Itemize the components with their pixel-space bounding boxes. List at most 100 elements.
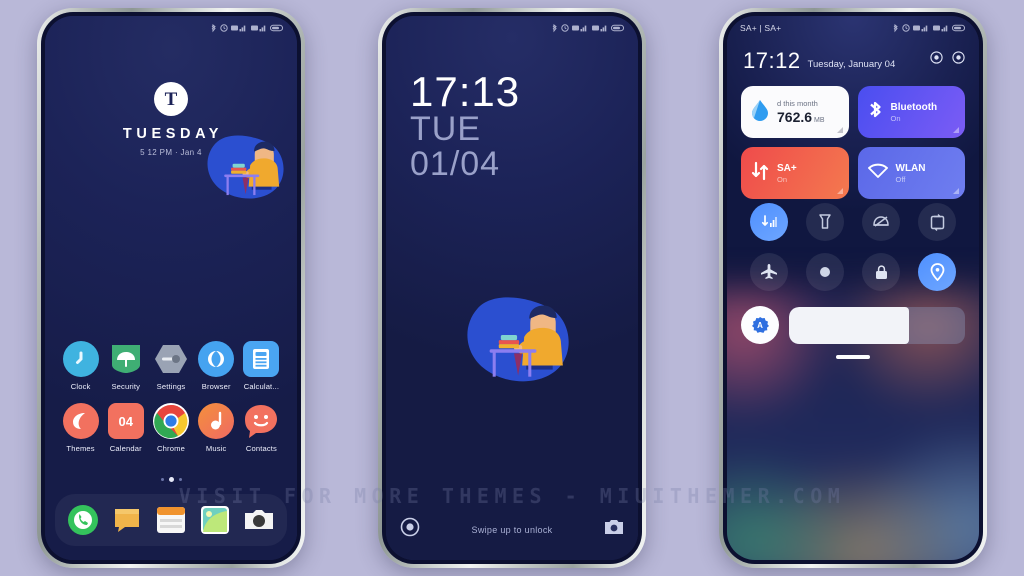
bluetooth-tile[interactable]: Bluetooth On bbox=[857, 86, 965, 138]
signal-two-icon bbox=[591, 24, 608, 32]
music-note-icon bbox=[198, 403, 235, 439]
do-not-disturb-toggle[interactable] bbox=[862, 203, 900, 241]
control-center-header: 17:12 Tuesday, January 04 bbox=[743, 50, 965, 72]
data-drop-icon bbox=[751, 99, 769, 126]
bluetooth-icon bbox=[868, 99, 883, 126]
phone-device-home: T TUESDAY 5 12 PM · Jan 4 Clock Security… bbox=[37, 8, 305, 568]
app-label: Browser bbox=[201, 382, 231, 391]
phone-app[interactable] bbox=[66, 503, 100, 537]
signal-one-icon bbox=[913, 24, 929, 32]
messages-app[interactable] bbox=[110, 503, 144, 537]
gallery-app[interactable] bbox=[198, 503, 232, 537]
quick-tiles: d this month 762.6 MB Bluetooth On SA+ O… bbox=[741, 86, 965, 199]
settings-slider-icon bbox=[153, 341, 189, 377]
app-grid: Clock Security Settings Browser Calculat… bbox=[58, 341, 284, 453]
shade-drag-handle[interactable] bbox=[836, 355, 870, 359]
tile-resize-corner bbox=[953, 127, 959, 133]
lock-time: 17:13 bbox=[410, 68, 521, 115]
tile-status: On bbox=[777, 174, 788, 184]
home-screen[interactable]: T TUESDAY 5 12 PM · Jan 4 Clock Security… bbox=[45, 16, 297, 560]
app-label: Music bbox=[205, 444, 227, 453]
app-label: Security bbox=[111, 382, 141, 391]
settings-circle-icon[interactable] bbox=[930, 51, 943, 69]
page-dot-active bbox=[168, 477, 174, 482]
app-security[interactable]: Security bbox=[103, 341, 148, 391]
tile-status: On bbox=[890, 113, 901, 123]
wlan-text: WLAN Off bbox=[896, 163, 926, 184]
screenshot-toggle[interactable] bbox=[806, 253, 844, 291]
phone-bezel: 17:13 TUE 01/04 Swipe up to unlock bbox=[382, 12, 642, 564]
calendar-day-number: 04 bbox=[118, 413, 134, 429]
lock-weekday: TUE bbox=[410, 110, 481, 149]
wlan-tile[interactable]: WLAN Off bbox=[857, 147, 965, 199]
status-bar bbox=[45, 16, 297, 40]
carrier-label: SA+ | SA+ bbox=[740, 23, 782, 33]
auto-rotate-toggle[interactable] bbox=[918, 203, 956, 241]
mobile-data-toggle[interactable] bbox=[750, 203, 788, 241]
lock-screen[interactable]: 17:13 TUE 01/04 Swipe up to unlock bbox=[386, 16, 638, 560]
notes-app[interactable] bbox=[154, 503, 188, 537]
camera-icon[interactable] bbox=[604, 518, 624, 541]
chrome-icon bbox=[152, 403, 189, 439]
app-contacts[interactable]: Contacts bbox=[239, 403, 284, 453]
clock-icon bbox=[62, 341, 99, 377]
app-music[interactable]: Music bbox=[194, 403, 239, 453]
signal-one-icon bbox=[572, 24, 588, 32]
app-chrome[interactable]: Chrome bbox=[148, 403, 193, 453]
lock-toggle[interactable] bbox=[862, 253, 900, 291]
app-browser[interactable]: Browser bbox=[194, 341, 239, 391]
status-bar: SA+ | SA+ bbox=[727, 16, 979, 40]
app-label: Chrome bbox=[157, 444, 185, 453]
tile-title: WLAN bbox=[895, 162, 926, 174]
calculator-icon bbox=[243, 341, 280, 377]
widget-logo-letter: T bbox=[164, 88, 178, 110]
tile-title: SA+ bbox=[777, 162, 797, 174]
shield-umbrella-icon bbox=[108, 341, 144, 377]
status-bar bbox=[386, 16, 638, 40]
app-themes[interactable]: Themes bbox=[58, 403, 103, 453]
desk-illustration bbox=[467, 297, 569, 382]
tile-resize-corner bbox=[836, 127, 843, 133]
brightness-slider[interactable] bbox=[789, 306, 965, 344]
lock-date: 01/04 bbox=[410, 144, 501, 183]
app-label: Settings bbox=[156, 382, 186, 391]
phone-bezel: SA+ | SA+ 17:12 Tuesday, January 04 d th… bbox=[723, 12, 983, 564]
alarm-icon bbox=[219, 24, 228, 32]
mobile-network-tile[interactable]: SA+ On bbox=[741, 147, 849, 199]
data-usage-unit: MB bbox=[814, 117, 825, 124]
phone-device-lock: 17:13 TUE 01/04 Swipe up to unlock bbox=[378, 8, 646, 568]
app-clock[interactable]: Clock bbox=[58, 341, 103, 391]
flashlight-toggle[interactable] bbox=[806, 203, 844, 241]
header-time: 17:12 bbox=[743, 48, 801, 73]
tile-resize-corner bbox=[953, 188, 959, 194]
battery-icon bbox=[952, 24, 966, 32]
camera-app[interactable] bbox=[242, 503, 276, 537]
airplane-mode-toggle[interactable] bbox=[750, 253, 788, 291]
page-indicator[interactable] bbox=[45, 477, 297, 482]
app-label: Calendar bbox=[109, 444, 142, 453]
auto-brightness-button[interactable]: A bbox=[741, 306, 779, 344]
app-label: Clock bbox=[70, 382, 91, 391]
lock-bottom-bar: Swipe up to unlock bbox=[400, 517, 624, 542]
app-calculator[interactable]: Calculat... bbox=[239, 341, 284, 391]
tile-status: Off bbox=[895, 174, 906, 184]
data-arrows-icon bbox=[751, 161, 769, 186]
battery-icon bbox=[611, 24, 625, 32]
control-center-screen[interactable]: SA+ | SA+ 17:12 Tuesday, January 04 d th… bbox=[727, 16, 979, 560]
phone-bezel: T TUESDAY 5 12 PM · Jan 4 Clock Security… bbox=[41, 12, 301, 564]
data-usage-tile[interactable]: d this month 762.6 MB bbox=[741, 86, 849, 138]
alarm-icon bbox=[901, 24, 910, 32]
location-toggle[interactable] bbox=[918, 253, 956, 291]
data-usage-value: 762.6 bbox=[777, 109, 813, 125]
svg-text:A: A bbox=[757, 321, 763, 330]
bluetooth-text: Bluetooth On bbox=[891, 102, 938, 123]
user-circle-icon[interactable] bbox=[952, 51, 965, 69]
app-settings[interactable]: Settings bbox=[148, 341, 193, 391]
desk-illustration bbox=[207, 135, 284, 199]
lock-clock: 17:13 TUE 01/04 bbox=[410, 68, 521, 183]
app-calendar[interactable]: 04 Calendar bbox=[103, 403, 148, 453]
dock bbox=[55, 494, 287, 546]
data-usage-period: d this month bbox=[777, 99, 818, 108]
browser-compass-icon bbox=[198, 341, 235, 377]
torch-circle-icon[interactable] bbox=[400, 517, 420, 542]
